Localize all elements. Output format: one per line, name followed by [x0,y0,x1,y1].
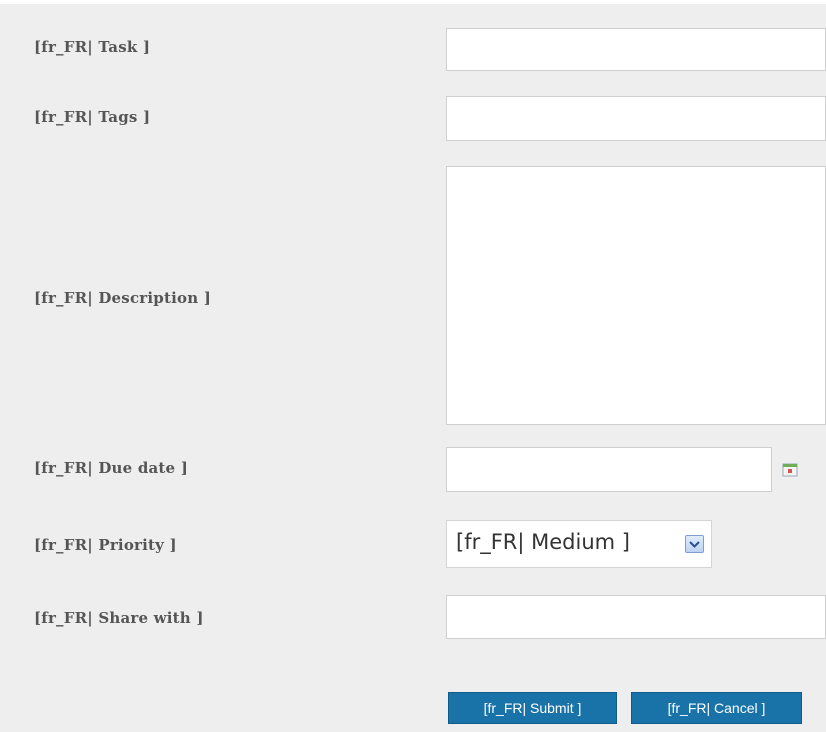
task-label: [fr_FR| Task ] [34,38,151,56]
task-input[interactable] [446,28,826,71]
share-with-input[interactable] [446,595,826,639]
share-with-label: [fr_FR| Share with ] [34,609,204,627]
calendar-icon[interactable] [782,462,798,477]
cancel-button[interactable]: [fr_FR| Cancel ] [631,692,802,724]
priority-label: [fr_FR| Priority ] [34,536,177,554]
task-form: [fr_FR| Task ] [fr_FR| Tags ] [fr_FR| De… [0,0,826,732]
priority-select[interactable]: [fr_FR| Medium ] [446,520,712,568]
submit-button[interactable]: [fr_FR| Submit ] [448,692,617,724]
due-date-input[interactable] [446,447,772,492]
chevron-down-icon[interactable] [685,535,704,553]
description-textarea[interactable] [446,166,826,425]
priority-selected-value: [fr_FR| Medium ] [456,530,630,554]
due-date-label: [fr_FR| Due date ] [34,459,189,477]
tags-input[interactable] [446,96,826,141]
tags-label: [fr_FR| Tags ] [34,108,151,126]
description-label: [fr_FR| Description ] [34,289,212,307]
